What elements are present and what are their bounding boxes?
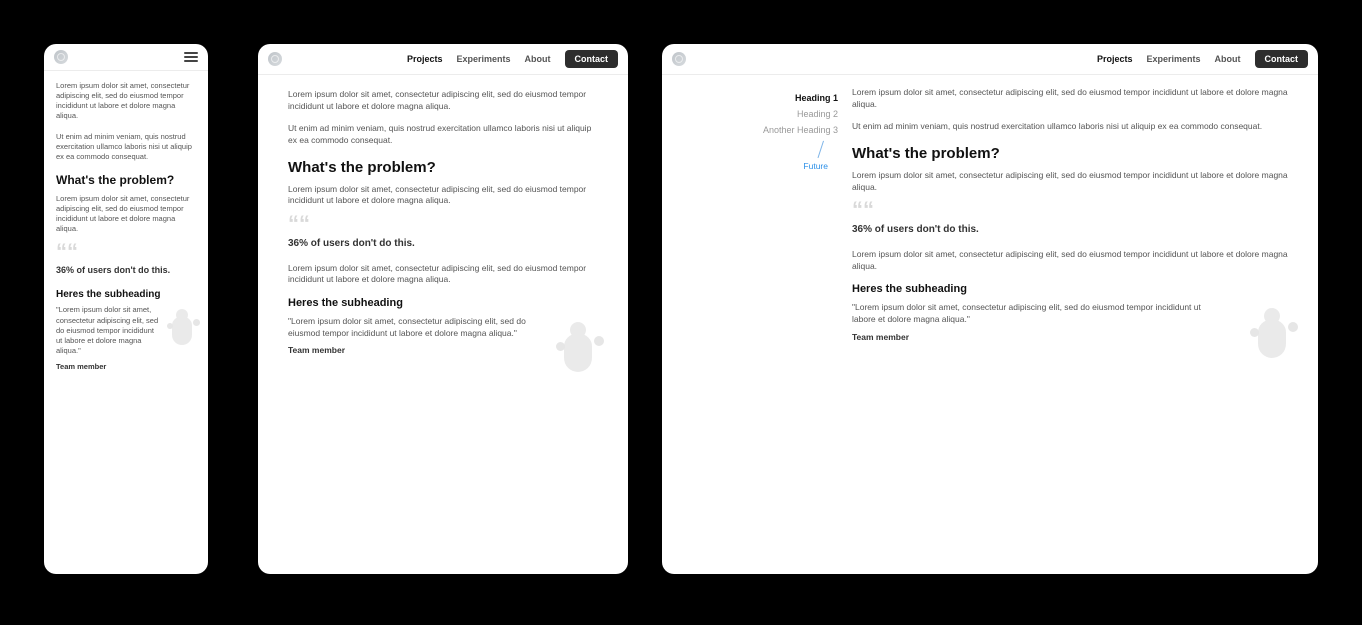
contact-button[interactable]: Contact [565,50,619,68]
testimonial-block: "Lorem ipsum dolor sit amet, consectetur… [288,316,598,358]
desktop-frame: Projects Experiments About Contact Headi… [662,44,1318,574]
toc-item-3[interactable]: Another Heading 3 [672,125,838,135]
quote-mark-icon: ““ [56,245,196,258]
testimonial-quote: "Lorem ipsum dolor sit amet, consectetur… [288,316,528,340]
nav-experiments[interactable]: Experiments [1146,54,1200,64]
heading-problem: What's the problem? [852,143,1292,164]
tablet-frame: Projects Experiments About Contact Lorem… [258,44,628,574]
ghost-illustration [1244,302,1300,362]
toc-future-link[interactable]: Future [672,161,828,171]
intro-paragraph-1: Lorem ipsum dolor sit amet, consectetur … [56,81,196,122]
subheading: Heres the subheading [852,282,1292,297]
topbar-mobile [44,44,208,71]
nav-about[interactable]: About [525,54,551,64]
paragraph-after-stat: Lorem ipsum dolor sit amet, consectetur … [288,263,598,287]
heading-problem: What's the problem? [56,172,196,188]
logo[interactable] [672,52,686,66]
testimonial-quote: "Lorem ipsum dolor sit amet, consectetur… [56,305,160,356]
stat-line: 36% of users don't do this. [288,237,598,251]
paragraph-after-h2: Lorem ipsum dolor sit amet, consectetur … [288,184,598,208]
content-tablet: Lorem ipsum dolor sit amet, consectetur … [258,75,628,371]
ghost-illustration [550,316,606,376]
hamburger-icon[interactable] [184,52,198,62]
paragraph-after-h2: Lorem ipsum dolor sit amet, consectetur … [56,194,196,235]
intro-paragraph-2: Ut enim ad minim veniam, quis nostrud ex… [56,132,196,162]
intro-paragraph-1: Lorem ipsum dolor sit amet, consectetur … [852,87,1292,111]
topbar-desktop: Projects Experiments About Contact [662,44,1318,75]
subheading: Heres the subheading [56,288,196,302]
testimonial-author: Team member [288,345,528,357]
toc-item-2[interactable]: Heading 2 [672,109,838,119]
quote-mark-icon: ““ [288,217,598,230]
intro-paragraph-2: Ut enim ad minim veniam, quis nostrud ex… [852,121,1292,133]
nav-tablet: Projects Experiments About Contact [407,50,618,68]
contact-button[interactable]: Contact [1255,50,1309,68]
intro-paragraph-2: Ut enim ad minim veniam, quis nostrud ex… [288,123,598,147]
nav-desktop: Projects Experiments About Contact [1097,50,1308,68]
toc-sidebar: Heading 1 Heading 2 Another Heading 3 Fu… [672,87,852,343]
testimonial-block: "Lorem ipsum dolor sit amet, consectetur… [56,305,196,372]
stat-line: 36% of users don't do this. [56,264,196,276]
subheading: Heres the subheading [288,296,598,311]
toc-divider [817,141,824,158]
content-mobile: Lorem ipsum dolor sit amet, consectetur … [44,71,208,382]
testimonial-quote: "Lorem ipsum dolor sit amet, consectetur… [852,302,1222,326]
quote-mark-icon: ““ [852,203,1292,216]
mobile-frame: Lorem ipsum dolor sit amet, consectetur … [44,44,208,574]
paragraph-after-h2: Lorem ipsum dolor sit amet, consectetur … [852,170,1292,194]
testimonial-author: Team member [852,332,1222,344]
stat-line: 36% of users don't do this. [852,223,1292,237]
heading-problem: What's the problem? [288,157,598,178]
nav-projects[interactable]: Projects [407,54,443,64]
nav-experiments[interactable]: Experiments [456,54,510,64]
intro-paragraph-1: Lorem ipsum dolor sit amet, consectetur … [288,89,598,113]
paragraph-after-stat: Lorem ipsum dolor sit amet, consectetur … [852,249,1292,273]
nav-about[interactable]: About [1215,54,1241,64]
nav-projects[interactable]: Projects [1097,54,1133,64]
testimonial-block: "Lorem ipsum dolor sit amet, consectetur… [852,302,1292,344]
logo[interactable] [268,52,282,66]
testimonial-author: Team member [56,362,160,372]
topbar-tablet: Projects Experiments About Contact [258,44,628,75]
content-desktop: Lorem ipsum dolor sit amet, consectetur … [852,87,1292,343]
ghost-illustration [164,305,200,349]
logo[interactable] [54,50,68,64]
toc-item-1[interactable]: Heading 1 [672,93,838,103]
